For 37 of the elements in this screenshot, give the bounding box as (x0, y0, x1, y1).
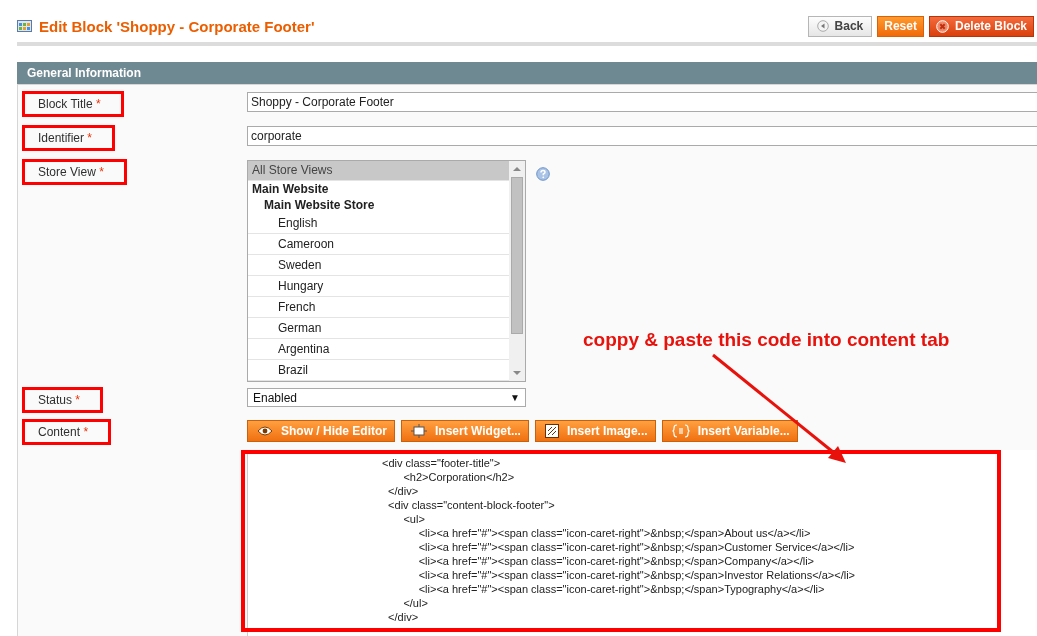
list-option[interactable]: English (248, 213, 509, 234)
list-option: Main Website Store (248, 197, 509, 213)
code-line: <li><a href="#"><span class="icon-caret-right">&nbsp;</span>About us</a></li> (417, 526, 812, 540)
code-line: <li><a href="#"><span class="icon-caret-right">&nbsp;</span>Typography</a></li> (417, 582, 826, 596)
annotation-text: coppy & paste this code into content tab (583, 329, 950, 351)
field-label: Identifier * (22, 125, 116, 151)
code-line: </div> (387, 484, 420, 498)
list-option[interactable]: Brazil (248, 360, 509, 381)
page-title: Edit Block 'Shoppy - Corporate Footer' (39, 17, 315, 35)
code-line: <li><a href="#"><span class="icon-caret-right">&nbsp;</span>Company</a></li> (417, 554, 816, 568)
text-field[interactable]: corporate (247, 126, 1037, 146)
list-option[interactable]: Sweden (248, 255, 509, 276)
list-option[interactable]: Argentina (248, 339, 509, 360)
field-label: Store View * (22, 159, 127, 185)
list-option: Main Website (248, 181, 509, 197)
code-line: <li><a href="#"><span class="icon-caret-right">&nbsp;</span>Investor Relations</a></li> (417, 568, 856, 582)
status-dropdown[interactable]: Enabled ▼ (247, 388, 526, 407)
code-line: </ul> (402, 596, 429, 610)
field-label: Content * (22, 419, 112, 445)
list-option[interactable]: German (248, 318, 509, 339)
code-line: </div> (387, 610, 420, 624)
list-option[interactable]: All Store Views (248, 161, 509, 181)
code-line: <div class="footer-title"> (382, 456, 502, 470)
list-option[interactable]: Hungary (248, 276, 509, 297)
back-button[interactable]: Back (807, 15, 873, 37)
code-line: <li><a href="#"><span class="icon-caret-right">&nbsp;</span>Customer Service</a></li> (417, 540, 856, 554)
field-label: Status * (22, 387, 104, 413)
list-option[interactable]: French (248, 297, 509, 318)
field-label: Block Title * (22, 91, 124, 117)
code-line: <ul> (402, 512, 426, 526)
list-option[interactable]: Cameroon (248, 234, 509, 255)
code-line: <div class="content-block-footer"> (387, 498, 556, 512)
text-field[interactable]: Shoppy - Corporate Footer (247, 92, 1037, 112)
section-header: General Information (17, 62, 1037, 85)
delete-button[interactable]: Delete Block (928, 15, 1034, 37)
store-view-list[interactable]: All Store Views Main Website Main Website Store English Cameroon Sweden Hungary French German Argentina Brazil (247, 160, 526, 382)
code-line: <h2>Corporation</h2> (402, 470, 516, 484)
